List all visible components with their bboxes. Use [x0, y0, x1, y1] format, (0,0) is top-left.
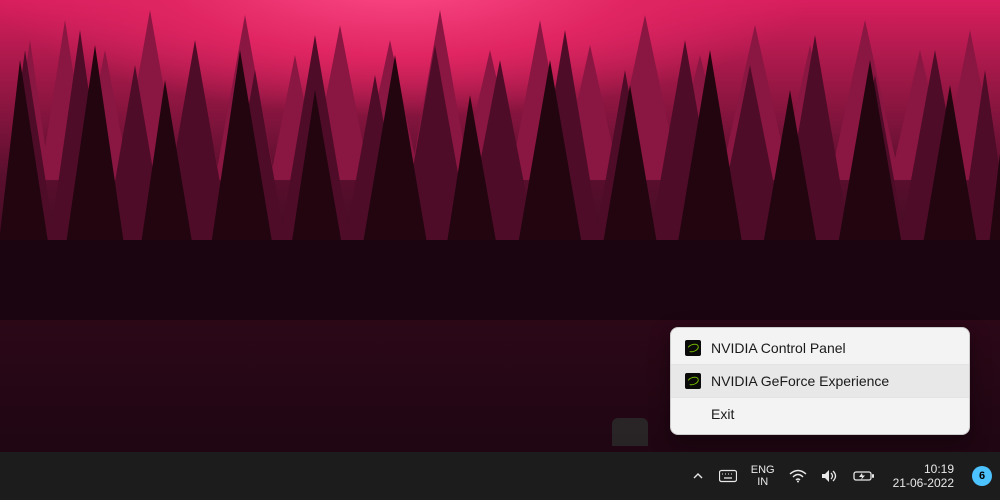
- language-bottom: IN: [757, 476, 768, 488]
- blank-icon: [685, 406, 701, 422]
- menu-item-label: NVIDIA GeForce Experience: [711, 373, 889, 389]
- system-tray: ENG IN: [691, 462, 992, 491]
- nvidia-icon: [685, 373, 701, 389]
- nvidia-icon: [685, 340, 701, 356]
- notification-badge[interactable]: 6: [972, 466, 992, 486]
- clock-date: 21-06-2022: [893, 476, 954, 490]
- desktop[interactable]: NVIDIA Control Panel NVIDIA GeForce Expe…: [0, 0, 1000, 500]
- language-top: ENG: [751, 464, 775, 476]
- nvidia-tray-context-menu: NVIDIA Control Panel NVIDIA GeForce Expe…: [670, 327, 970, 435]
- notification-count: 6: [979, 470, 985, 482]
- battery-button[interactable]: [853, 469, 875, 483]
- tray-overflow-button[interactable]: [691, 469, 705, 483]
- touch-keyboard-icon: [719, 469, 737, 483]
- menu-item-exit[interactable]: Exit: [671, 398, 969, 430]
- menu-item-label: NVIDIA Control Panel: [711, 340, 846, 356]
- volume-button[interactable]: [821, 469, 839, 483]
- taskbar: ENG IN: [0, 452, 1000, 500]
- wifi-icon: [789, 469, 807, 483]
- wifi-button[interactable]: [789, 469, 807, 483]
- menu-item-nvidia-geforce-experience[interactable]: NVIDIA GeForce Experience: [671, 365, 969, 398]
- touch-keyboard-button[interactable]: [719, 469, 737, 483]
- volume-icon: [821, 469, 839, 483]
- clock-time: 10:19: [924, 462, 954, 476]
- clock[interactable]: 10:19 21-06-2022: [893, 462, 954, 491]
- trees-front-layer: [0, 40, 1000, 320]
- menu-item-label: Exit: [711, 406, 734, 422]
- tooltip-stub: [612, 418, 648, 446]
- battery-charging-icon: [853, 469, 875, 483]
- language-indicator[interactable]: ENG IN: [751, 464, 775, 488]
- menu-item-nvidia-control-panel[interactable]: NVIDIA Control Panel: [671, 332, 969, 365]
- chevron-up-icon: [691, 469, 705, 483]
